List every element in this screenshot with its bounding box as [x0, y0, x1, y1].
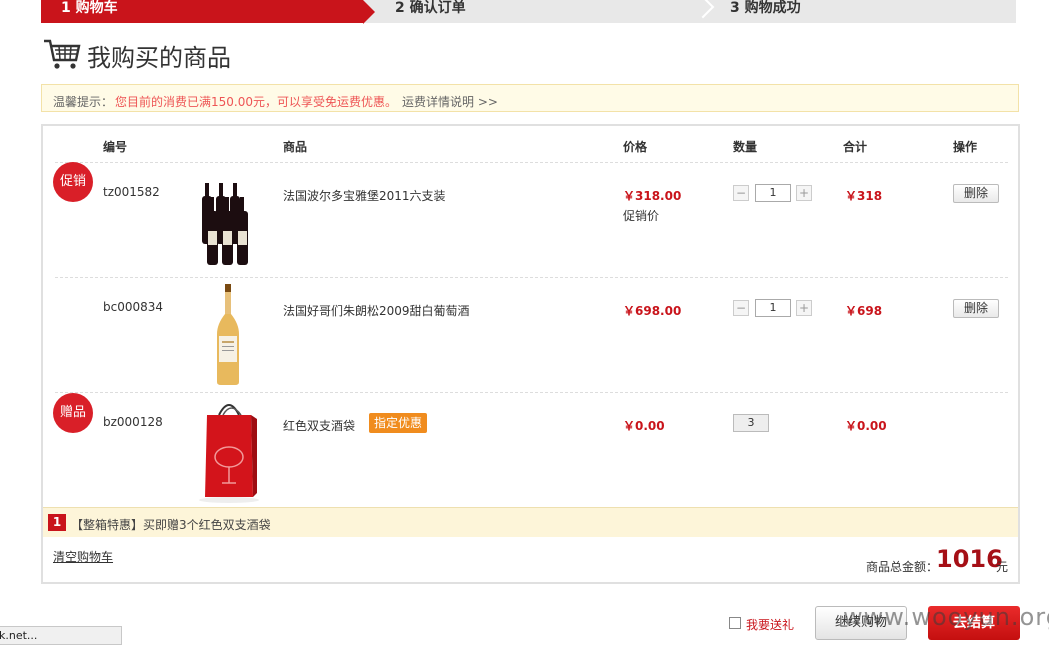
clear-cart-link[interactable]: 清空购物车	[53, 548, 113, 565]
quantity-readonly: 3	[733, 414, 769, 432]
browser-status-bar: k.net...	[0, 626, 122, 645]
item-price: ￥318.00	[623, 189, 682, 203]
tip-label: 温馨提示：	[53, 95, 114, 109]
promotion-badge: 促销	[53, 162, 93, 202]
wine-six-pack-image[interactable]	[197, 181, 257, 267]
page-title: 我购买的商品	[87, 44, 231, 72]
shipping-details-link[interactable]: 运费详情说明 >>	[402, 93, 498, 110]
white-wine-bottle-image[interactable]	[213, 284, 243, 386]
column-header-subtotal: 合计	[843, 140, 868, 154]
item-subtotal: ￥698	[845, 304, 883, 318]
shipping-tip-bar: 温馨提示： 您目前的消费已满150.00元，可以享受免运费优惠。 运费详情说明 …	[41, 84, 1019, 112]
checkout-step-bar: 1 购物车 2 确认订单 3 购物成功	[41, 0, 1016, 24]
promo-price-note: 促销价	[623, 209, 660, 223]
row-divider	[55, 392, 1008, 393]
column-header-action: 操作	[953, 140, 978, 154]
step-confirm-order: 2 确认订单	[395, 0, 466, 16]
step-active-arrow	[363, 0, 375, 24]
quantity-increase-button[interactable]: +	[796, 300, 812, 316]
row-divider	[55, 162, 1008, 163]
designated-discount-tag: 指定优惠	[369, 413, 428, 433]
total-amount: 1016	[936, 545, 1003, 573]
item-price: ￥0.00	[623, 419, 665, 433]
quantity-decrease-button[interactable]: −	[733, 300, 749, 316]
promotion-strip: 1 【整箱特惠】买即赠3个红色双支酒袋	[43, 507, 1018, 537]
column-header-product: 商品	[283, 140, 308, 154]
quantity-decrease-button[interactable]: −	[733, 185, 749, 201]
item-name[interactable]: 法国好哥们朱朗松2009甜白葡萄酒	[283, 302, 470, 319]
item-code: bz000128	[103, 415, 163, 429]
row-divider	[55, 277, 1008, 278]
item-subtotal: ￥318	[845, 189, 883, 203]
column-header-quantity: 数量	[733, 140, 758, 154]
column-header-code: 编号	[103, 140, 128, 154]
item-name[interactable]: 法国波尔多宝雅堡2011六支装	[283, 187, 446, 204]
item-price: ￥698.00	[623, 304, 682, 318]
promotion-number-badge: 1	[48, 514, 66, 531]
gift-badge: 赠品	[53, 393, 93, 433]
shopping-cart-icon	[44, 39, 81, 69]
quantity-increase-button[interactable]: +	[796, 185, 812, 201]
delete-button[interactable]: 删除	[953, 184, 999, 203]
quantity-input[interactable]: 1	[755, 299, 791, 317]
step-separator	[691, 0, 715, 19]
item-code: tz001582	[103, 185, 160, 199]
send-as-gift-label[interactable]: 我要送礼	[746, 616, 794, 633]
promotion-text: 【整箱特惠】买即赠3个红色双支酒袋	[71, 518, 271, 532]
delete-button[interactable]: 删除	[953, 299, 999, 318]
item-subtotal: ￥0.00	[845, 419, 887, 433]
column-header-price: 价格	[623, 140, 648, 154]
item-code: bc000834	[103, 300, 164, 314]
step-success: 3 购物成功	[730, 0, 801, 16]
watermark: www.wooyun.org	[843, 603, 1049, 631]
quantity-input[interactable]: 1	[755, 184, 791, 202]
total-label: 商品总金额：	[866, 560, 939, 574]
total-unit: 元	[996, 560, 1009, 574]
red-wine-bag-image[interactable]	[195, 397, 263, 503]
item-name[interactable]: 红色双支酒袋	[283, 417, 355, 434]
tip-text: 您目前的消费已满150.00元，可以享受免运费优惠。	[115, 95, 397, 109]
step-cart: 1 购物车	[61, 0, 118, 16]
send-as-gift-checkbox[interactable]	[729, 617, 741, 629]
